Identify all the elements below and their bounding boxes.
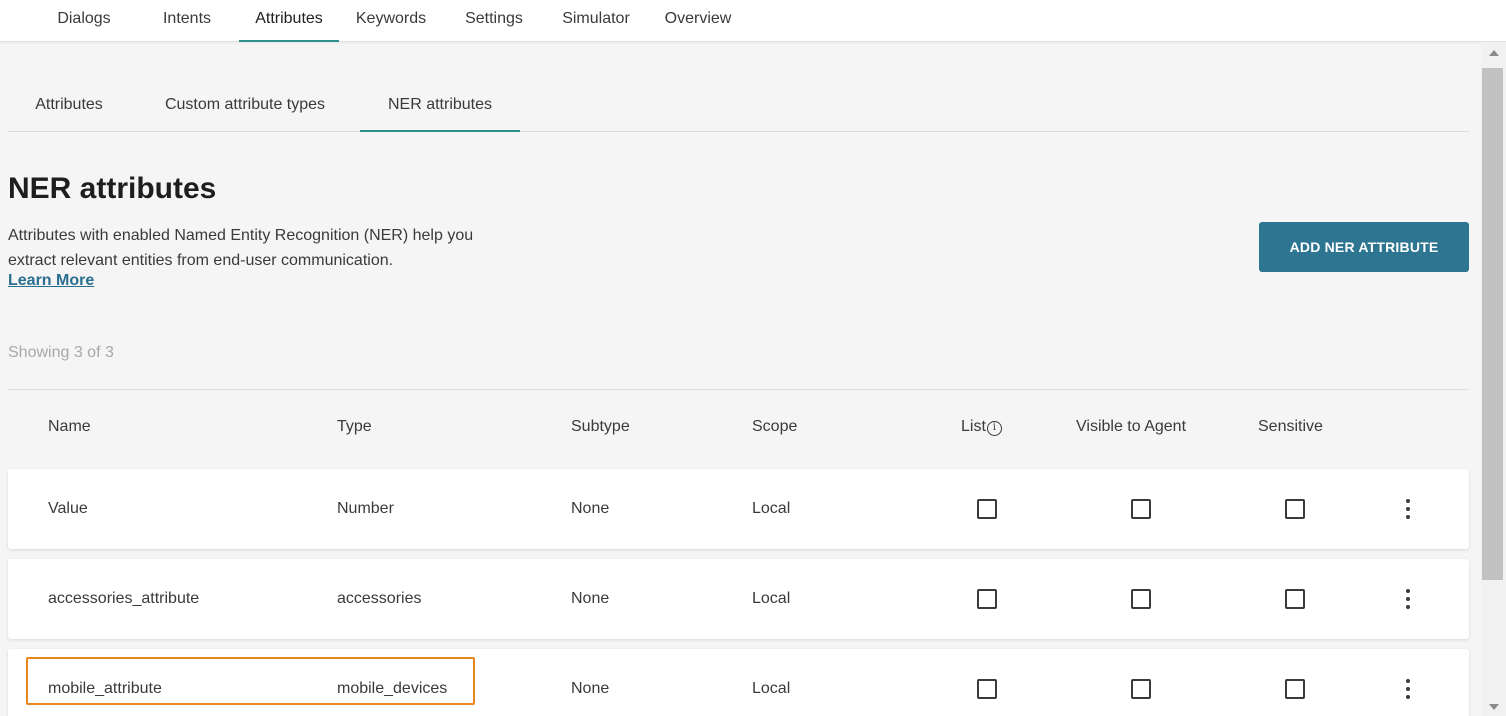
list-checkbox[interactable] xyxy=(977,679,997,699)
header-name[interactable]: Name xyxy=(48,418,91,436)
header-type[interactable]: Type xyxy=(337,418,372,436)
info-icon[interactable]: i xyxy=(986,421,1002,436)
header-subtype[interactable]: Subtype xyxy=(571,418,630,436)
page-title: NER attributes xyxy=(8,172,217,205)
cell-name: mobile_attribute xyxy=(48,680,162,697)
table-row[interactable]: accessories_attribute accessories None L… xyxy=(8,559,1469,639)
subtab-attributes[interactable]: Attributes xyxy=(16,80,122,132)
cell-type: accessories xyxy=(337,590,422,607)
scroll-up-arrow-icon[interactable] xyxy=(1489,50,1499,56)
table-row[interactable]: mobile_attribute mobile_devices None Loc… xyxy=(8,649,1469,716)
divider xyxy=(8,389,1469,390)
top-navigation: Dialogs Intents Attributes Keywords Sett… xyxy=(0,0,1506,42)
cell-type: mobile_devices xyxy=(337,680,448,697)
cell-scope: Local xyxy=(752,590,791,607)
cell-subtype: None xyxy=(571,500,610,517)
description-line-2: extract relevant entities from end-user … xyxy=(8,252,394,269)
cell-subtype: None xyxy=(571,680,610,697)
header-visible-to-agent: Visible to Agent xyxy=(1076,418,1187,435)
sensitive-checkbox[interactable] xyxy=(1285,589,1305,609)
scroll-down-arrow-icon[interactable] xyxy=(1489,704,1499,710)
add-ner-attribute-button[interactable]: ADD NER ATTRIBUTE xyxy=(1259,222,1469,272)
more-vertical-icon[interactable] xyxy=(1398,495,1418,523)
header-sensitive: Sensitive xyxy=(1258,418,1323,435)
more-vertical-icon[interactable] xyxy=(1398,675,1418,703)
tab-settings[interactable]: Settings xyxy=(450,0,538,42)
attribute-subtabs: Attributes Custom attribute types NER at… xyxy=(8,80,1469,132)
tab-dialogs[interactable]: Dialogs xyxy=(44,0,124,42)
tab-keywords[interactable]: Keywords xyxy=(345,0,437,42)
more-vertical-icon[interactable] xyxy=(1398,585,1418,613)
header-list: List i xyxy=(961,418,1002,436)
vertical-scrollbar[interactable] xyxy=(1481,42,1506,716)
sensitive-checkbox[interactable] xyxy=(1285,499,1305,519)
tab-overview[interactable]: Overview xyxy=(650,0,746,42)
scrollbar-thumb[interactable] xyxy=(1482,68,1503,580)
page-description: Attributes with enabled Named Entity Rec… xyxy=(8,223,568,273)
list-checkbox[interactable] xyxy=(977,499,997,519)
tab-attributes[interactable]: Attributes xyxy=(239,0,339,42)
tab-simulator[interactable]: Simulator xyxy=(548,0,644,42)
cell-scope: Local xyxy=(752,500,791,517)
table-row[interactable]: Value Number None Local xyxy=(8,469,1469,549)
subtab-ner-attributes[interactable]: NER attributes xyxy=(360,80,520,132)
cell-name: Value xyxy=(48,500,88,517)
header-list-label: List xyxy=(961,418,986,435)
results-count: Showing 3 of 3 xyxy=(8,344,114,361)
header-scope[interactable]: Scope xyxy=(752,418,797,436)
tab-intents[interactable]: Intents xyxy=(148,0,226,42)
visible-to-agent-checkbox[interactable] xyxy=(1131,499,1151,519)
cell-scope: Local xyxy=(752,680,791,697)
list-checkbox[interactable] xyxy=(977,589,997,609)
cell-name: accessories_attribute xyxy=(48,590,200,607)
visible-to-agent-checkbox[interactable] xyxy=(1131,679,1151,699)
sensitive-checkbox[interactable] xyxy=(1285,679,1305,699)
cell-subtype: None xyxy=(571,590,610,607)
subtab-custom-attribute-types[interactable]: Custom attribute types xyxy=(140,80,350,132)
visible-to-agent-checkbox[interactable] xyxy=(1131,589,1151,609)
cell-type: Number xyxy=(337,500,394,517)
description-line-1: Attributes with enabled Named Entity Rec… xyxy=(8,227,474,244)
learn-more-link[interactable]: Learn More xyxy=(8,272,94,290)
